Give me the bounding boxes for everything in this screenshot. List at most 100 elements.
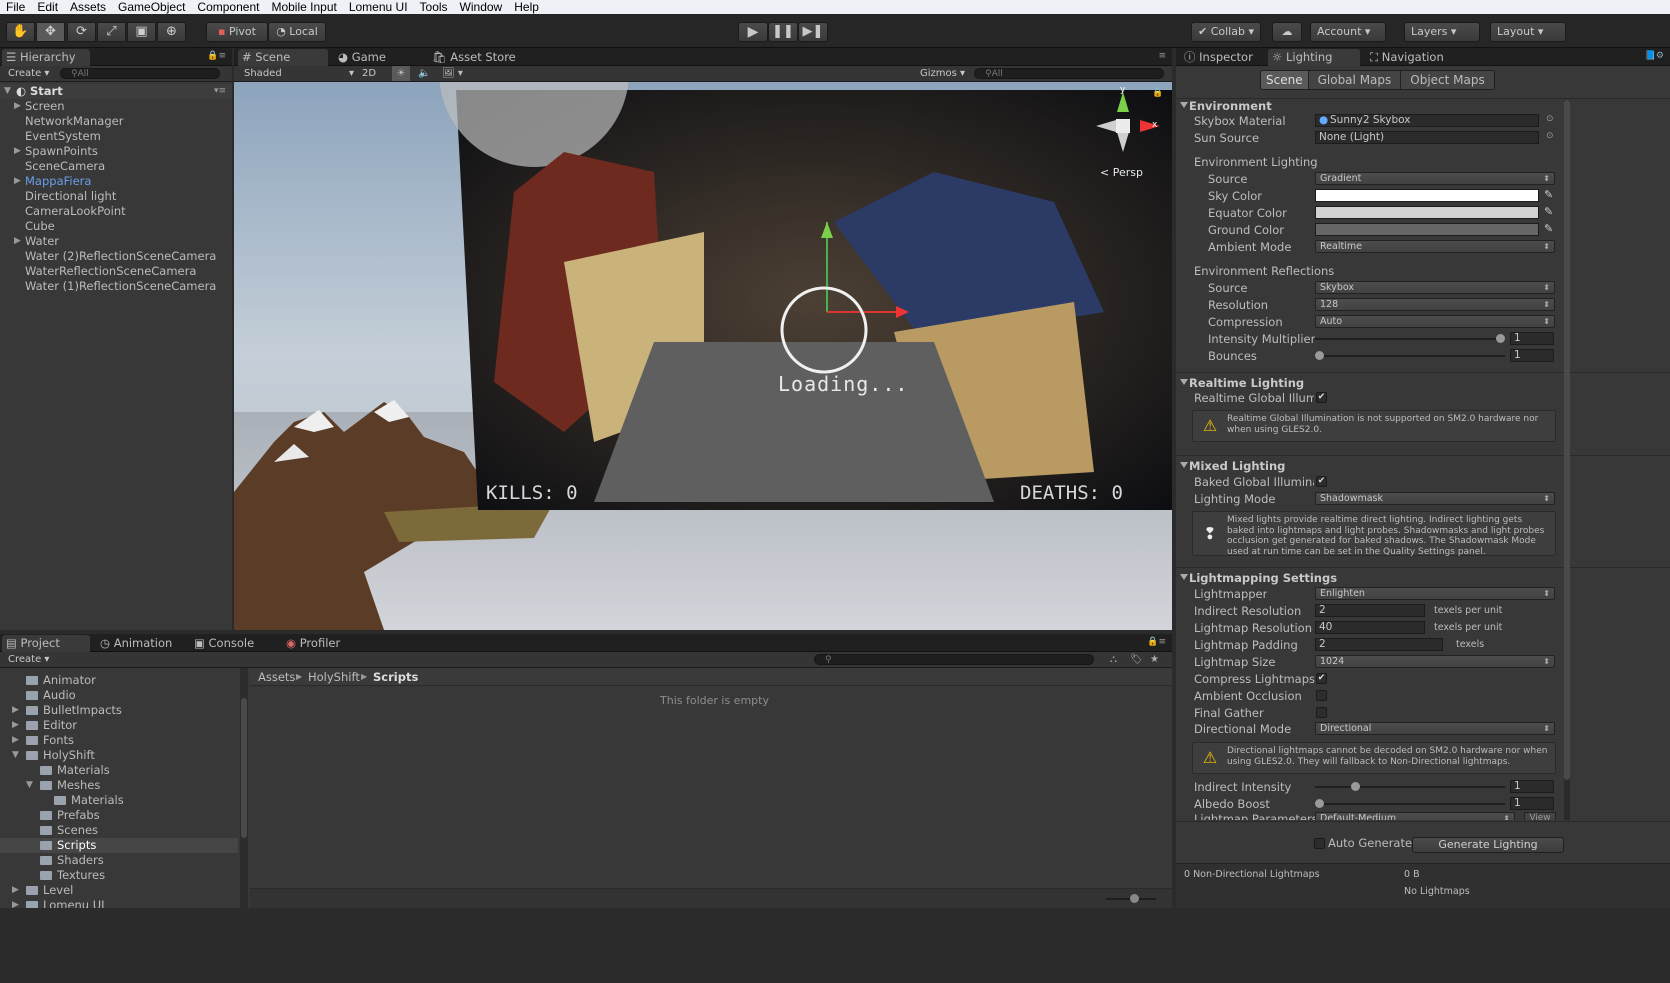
folder-item[interactable]: ▶ Lomenu UI [0, 898, 238, 908]
object-picker-icon[interactable]: ⊙ [1546, 131, 1554, 141]
final-gather-checkbox[interactable] [1316, 707, 1327, 718]
icon-size-slider-knob[interactable] [1130, 894, 1139, 903]
expand-arrow-icon[interactable]: ▶ [12, 898, 19, 908]
hierarchy-item[interactable]: NetworkManager [0, 114, 232, 129]
expand-arrow-icon[interactable]: ▶ [14, 99, 21, 114]
menu-assets[interactable]: Assets [64, 0, 112, 14]
scene-root-row[interactable]: ▼ ◐ Start ▾≡ [0, 84, 232, 99]
lightmap-size-dropdown[interactable]: 1024 [1315, 655, 1555, 668]
folder-item[interactable]: Scenes [0, 823, 238, 838]
lock-icon[interactable]: 🔒 [1152, 88, 1163, 98]
rect-tool-icon[interactable]: ▣ [127, 22, 156, 42]
tab-scene[interactable]: # Scene [238, 49, 328, 66]
auto-generate-checkbox[interactable] [1314, 838, 1325, 849]
folder-item[interactable]: Shaders [0, 853, 238, 868]
mixed-lighting-header[interactable]: Mixed Lighting [1179, 459, 1285, 473]
filter-label-icon[interactable]: 🏷 [1130, 652, 1143, 667]
bounces-slider[interactable] [1315, 349, 1507, 363]
folder-item[interactable]: Prefabs [0, 808, 238, 823]
toggle-2d-button[interactable]: 2D [362, 66, 376, 81]
favorite-star-icon[interactable]: ★ [1150, 652, 1159, 667]
hierarchy-item[interactable]: WaterReflectionSceneCamera [0, 264, 232, 279]
env-source-dropdown[interactable]: Gradient [1315, 172, 1555, 185]
indirect-intensity-field[interactable]: 1 [1510, 780, 1554, 793]
menu-tools[interactable]: Tools [414, 0, 454, 14]
tab-project[interactable]: ▤ Project [2, 635, 90, 652]
expand-arrow-icon[interactable]: ▶ [12, 718, 19, 733]
indirect-resolution-field[interactable]: 2 [1315, 604, 1425, 617]
environment-header[interactable]: Environment [1180, 99, 1272, 113]
refl-source-dropdown[interactable]: Skybox [1315, 281, 1555, 294]
directional-mode-dropdown[interactable]: Directional [1315, 722, 1555, 735]
play-button[interactable]: ▶ [738, 22, 768, 42]
folder-item[interactable]: ▶ Editor [0, 718, 238, 733]
tab-inspector[interactable]: ⓘ Inspector [1180, 49, 1268, 66]
breadcrumb-scripts[interactable]: Scripts [373, 668, 418, 686]
account-dropdown[interactable]: Account ▾ [1310, 22, 1386, 42]
menu-mobile-input[interactable]: Mobile Input [265, 0, 342, 14]
resolution-dropdown[interactable]: 128 [1315, 298, 1555, 311]
folder-item[interactable]: ▶ Level [0, 883, 238, 898]
albedo-boost-slider[interactable] [1315, 797, 1507, 811]
ambient-mode-dropdown[interactable]: Realtime [1315, 240, 1555, 253]
pivot-toggle[interactable]: ▪ Pivot [206, 22, 268, 42]
expand-arrow-icon[interactable]: ▶ [14, 144, 21, 159]
hierarchy-item[interactable]: ▶ MappaFiera [0, 174, 232, 189]
folder-item[interactable]: Animator [0, 673, 238, 688]
tab-asset-store[interactable]: 🛍 Asset Store [428, 49, 538, 66]
gizmos-dropdown[interactable]: Gizmos ▾ [920, 66, 965, 81]
view-button[interactable]: View [1524, 812, 1556, 820]
menu-lomenu-ui[interactable]: Lomenu UI [343, 0, 414, 14]
ground-color-swatch[interactable] [1315, 223, 1539, 236]
subtab-global-maps[interactable]: Global Maps [1307, 71, 1401, 89]
folder-item[interactable]: Textures [0, 868, 238, 883]
shading-dropdown[interactable]: Shaded ▾ [244, 66, 354, 81]
hierarchy-item[interactable]: EventSystem [0, 129, 232, 144]
expand-arrow-icon[interactable]: ▼ [12, 748, 19, 763]
intensity-multiplier-slider[interactable] [1315, 332, 1507, 346]
folder-item[interactable]: Scripts [0, 838, 238, 853]
hierarchy-item[interactable]: ▶ Screen [0, 99, 232, 114]
hierarchy-item[interactable]: ▶ Water [0, 234, 232, 249]
transform-tool-icon[interactable]: ⊕ [157, 22, 186, 42]
compress-lightmaps-checkbox[interactable]: ✔ [1316, 673, 1327, 684]
folder-item[interactable]: ▼ HolyShift [0, 748, 238, 763]
subtab-scene[interactable]: Scene [1261, 71, 1308, 89]
hierarchy-item[interactable]: Directional light [0, 189, 232, 204]
folder-tree-scrollbar[interactable] [240, 668, 248, 908]
eyedropper-icon[interactable]: ✎ [1544, 222, 1553, 235]
hierarchy-item[interactable]: Water (1)ReflectionSceneCamera [0, 279, 232, 294]
layers-dropdown[interactable]: Layers ▾ [1404, 22, 1480, 42]
menu-file[interactable]: File [0, 0, 31, 14]
inspector-scrollbar[interactable] [1564, 100, 1570, 820]
hierarchy-item[interactable]: Cube [0, 219, 232, 234]
folder-item[interactable]: ▶ Fonts [0, 733, 238, 748]
rotate-tool-icon[interactable]: ⟳ [67, 22, 96, 42]
hierarchy-create-button[interactable]: Create ▾ [8, 66, 49, 81]
audio-toggle-icon[interactable]: 🔈 [418, 66, 430, 81]
expand-arrow-icon[interactable]: ▼ [26, 778, 33, 793]
skybox-material-field[interactable]: ● Sunny2 Skybox [1315, 114, 1539, 127]
eyedropper-icon[interactable]: ✎ [1544, 205, 1553, 218]
intensity-multiplier-field[interactable]: 1 [1510, 332, 1554, 345]
panel-menu-icon[interactable]: 🔒≡ [1147, 637, 1166, 647]
menu-edit[interactable]: Edit [31, 0, 64, 14]
effects-toggle-icon[interactable]: 🖼 ▾ [442, 66, 463, 81]
menu-help[interactable]: Help [508, 0, 545, 14]
pause-button[interactable]: ❚❚ [768, 22, 798, 42]
realtime-gi-checkbox[interactable]: ✔ [1316, 392, 1327, 403]
hierarchy-item[interactable]: Water (2)ReflectionSceneCamera [0, 249, 232, 264]
local-toggle[interactable]: ◔ Local [268, 22, 326, 42]
panel-menu-icon[interactable]: 🔒≡ [207, 51, 226, 61]
expand-arrow-icon[interactable]: ▶ [12, 733, 19, 748]
step-button[interactable]: ▶❚ [798, 22, 828, 42]
lightmap-resolution-field[interactable]: 40 [1315, 621, 1425, 634]
menu-window[interactable]: Window [454, 0, 509, 14]
tab-lighting[interactable]: ☼ Lighting [1268, 49, 1360, 66]
expand-arrow-icon[interactable]: ▼ [4, 84, 11, 99]
realtime-lighting-header[interactable]: Realtime Lighting [1179, 376, 1304, 390]
lightmap-padding-field[interactable]: 2 [1315, 638, 1443, 651]
expand-arrow-icon[interactable]: ▶ [14, 234, 21, 249]
project-search-input[interactable]: ⚲ [814, 654, 1094, 665]
scene-viewport[interactable]: Loading... KILLS: 0 DEATHS: 0 y x < Pers… [234, 82, 1172, 630]
